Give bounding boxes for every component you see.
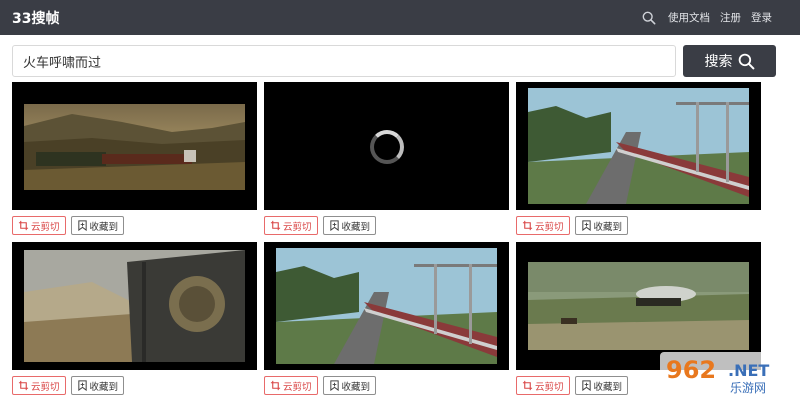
favorite-label: 收藏到 (341, 221, 371, 233)
cloud-clip-label: 云剪切 (31, 381, 60, 393)
video-thumbnail[interactable] (516, 82, 761, 210)
cloud-clip-label: 云剪切 (283, 381, 312, 393)
bookmark-icon (329, 380, 339, 391)
bookmark-icon (581, 380, 591, 391)
crop-icon (270, 220, 281, 231)
bookmark-icon (77, 380, 87, 391)
loading-spinner-icon (370, 130, 404, 164)
video-thumbnail[interactable] (12, 242, 257, 370)
favorite-button[interactable]: 收藏到 (70, 376, 125, 395)
crop-icon (18, 220, 29, 231)
bookmark-icon (581, 220, 591, 231)
card-actions: 云剪切 收藏到 (264, 216, 377, 235)
cloud-clip-button[interactable]: 云剪切 (12, 376, 66, 395)
card-actions: 云剪切 收藏到 (12, 216, 125, 235)
search-button[interactable]: 搜索 (683, 45, 776, 77)
nav-login-link[interactable]: 登录 (751, 10, 772, 25)
favorite-label: 收藏到 (89, 381, 119, 393)
cloud-clip-button[interactable]: 云剪切 (12, 216, 66, 235)
cloud-clip-label: 云剪切 (283, 221, 312, 233)
crop-icon (522, 380, 533, 391)
video-thumbnail[interactable] (264, 82, 509, 210)
video-thumbnail[interactable] (264, 242, 509, 370)
bookmark-icon (77, 220, 87, 231)
cloud-clip-label: 云剪切 (535, 221, 564, 233)
nav-docs-link[interactable]: 使用文档 (668, 10, 710, 25)
crop-icon (18, 380, 29, 391)
site-watermark: 962 .NET 乐游网 (660, 352, 794, 396)
nav-register-link[interactable]: 注册 (720, 10, 741, 25)
favorite-button[interactable]: 收藏到 (322, 216, 377, 235)
cloud-clip-button[interactable]: 云剪切 (516, 376, 570, 395)
card-actions: 云剪切 收藏到 (516, 216, 629, 235)
favorite-button[interactable]: 收藏到 (574, 216, 629, 235)
favorite-button[interactable]: 收藏到 (322, 376, 377, 395)
card-actions: 云剪切 收藏到 (12, 376, 125, 395)
search-icon[interactable] (642, 11, 656, 25)
search-input[interactable] (12, 45, 676, 77)
top-nav: 使用文档 注册 登录 (642, 0, 772, 35)
watermark-text: 乐游网 (730, 381, 766, 395)
cloud-clip-button[interactable]: 云剪切 (264, 376, 318, 395)
top-bar: 33搜帧 使用文档 注册 登录 (0, 0, 800, 35)
favorite-label: 收藏到 (593, 221, 623, 233)
site-logo[interactable]: 33搜帧 (12, 8, 59, 28)
watermark-number: 962 (666, 356, 716, 384)
search-button-label: 搜索 (704, 54, 733, 70)
video-thumbnail[interactable] (516, 242, 761, 370)
watermark-suffix: .NET (728, 361, 769, 380)
crop-icon (270, 380, 281, 391)
cloud-clip-button[interactable]: 云剪切 (264, 216, 318, 235)
favorite-label: 收藏到 (341, 381, 371, 393)
cloud-clip-button[interactable]: 云剪切 (516, 216, 570, 235)
search-bar: 搜索 (12, 45, 777, 77)
crop-icon (522, 220, 533, 231)
search-icon (738, 53, 754, 69)
card-actions: 云剪切 收藏到 (516, 376, 629, 395)
favorite-label: 收藏到 (89, 221, 119, 233)
cloud-clip-label: 云剪切 (535, 381, 564, 393)
favorite-button[interactable]: 收藏到 (574, 376, 629, 395)
favorite-button[interactable]: 收藏到 (70, 216, 125, 235)
cloud-clip-label: 云剪切 (31, 221, 60, 233)
card-actions: 云剪切 收藏到 (264, 376, 377, 395)
video-thumbnail[interactable] (12, 82, 257, 210)
favorite-label: 收藏到 (593, 381, 623, 393)
bookmark-icon (329, 220, 339, 231)
